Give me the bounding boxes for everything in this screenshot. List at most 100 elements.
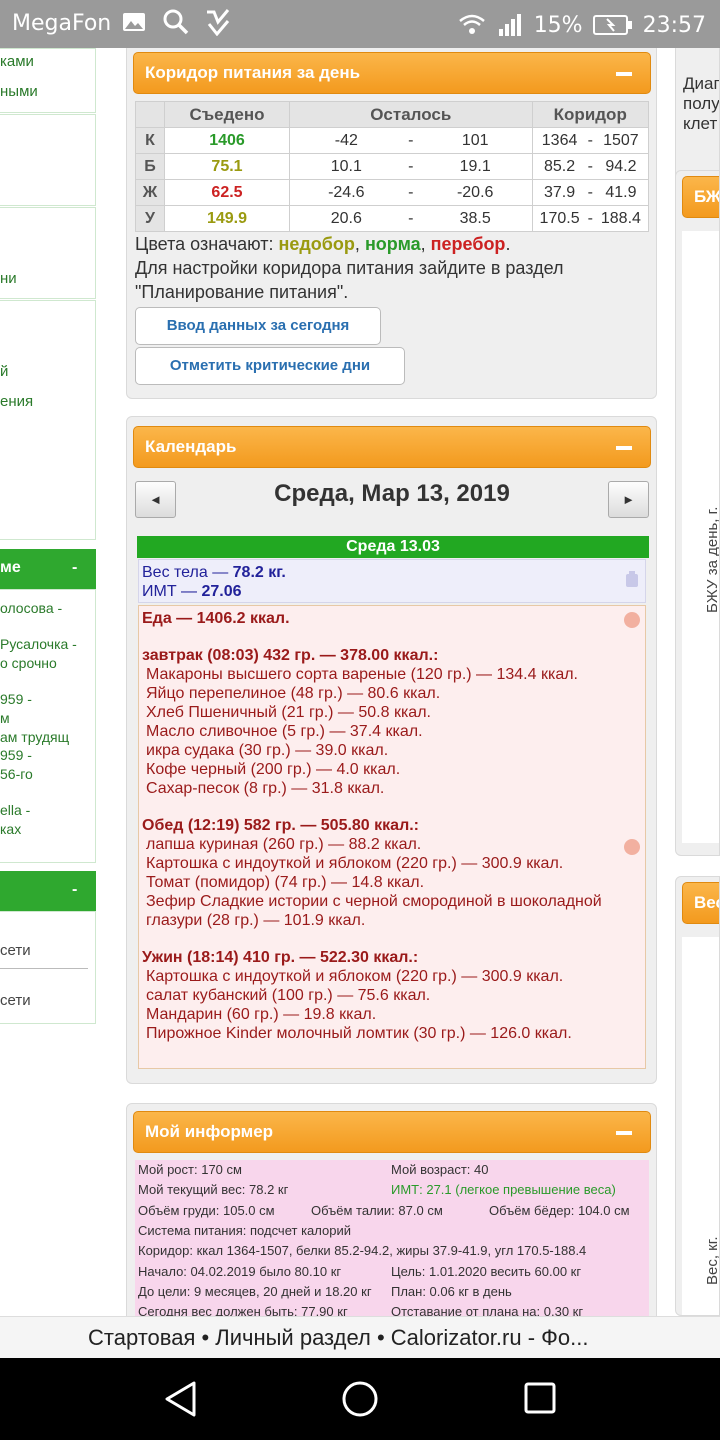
food-item[interactable]: салат кубанский (100 гр.) — 75.6 ккал. (142, 986, 642, 1005)
left-box-empty (0, 114, 96, 206)
food-item[interactable]: Яйцо перепелиное (48 гр.) — 80.6 ккал. (142, 684, 642, 703)
left-link-ni[interactable]: ни (0, 270, 17, 287)
left-net-item-1[interactable]: сети (0, 942, 31, 959)
dash: - (586, 153, 594, 180)
corridor-max: 41.9 (593, 179, 649, 206)
corridor-max: 94.2 (593, 153, 649, 180)
left-list-item[interactable]: олосова - (0, 600, 62, 616)
right-weight-header[interactable]: Вес (682, 882, 719, 924)
signal-icon (498, 14, 521, 36)
right-panel-weight: Вес Вес, кг. (675, 876, 720, 1316)
weight-axis-label: Вес, кг. (704, 1236, 720, 1285)
row-label: К (135, 127, 165, 154)
left-link-y[interactable]: й (0, 363, 8, 380)
food-item[interactable]: лапша куриная (260 гр.) — 88.2 ккал. (142, 835, 642, 854)
home-icon[interactable] (341, 1380, 379, 1418)
food-item[interactable]: Масло сливочное (5 гр.) — 37.4 ккал. (142, 722, 642, 741)
left-green-header-1-label: ме (0, 559, 21, 576)
left-list-item[interactable]: 959 - (0, 691, 32, 707)
left-list-item[interactable]: 56-го (0, 766, 33, 782)
left-box-list: олосова - Русалочка - о срочно 959 - м а… (0, 589, 96, 863)
android-nav-bar (0, 1358, 720, 1440)
setup-hint: Для настройки коридора питания зайдите в… (135, 258, 564, 302)
food-item[interactable]: Томат (помидор) (74 гр.) — 14.8 ккал. (142, 873, 642, 892)
left-green-header-2[interactable]: - (0, 871, 96, 911)
left-list-item[interactable]: ella - (0, 802, 30, 818)
left-list-item[interactable]: ках (0, 821, 21, 837)
left-green-header-1[interactable]: ме - (0, 549, 96, 589)
left-list-item[interactable]: о срочно (0, 655, 57, 671)
food-item[interactable]: Кофе черный (200 гр.) — 4.0 ккал. (142, 760, 642, 779)
informer-panel: Мой информер Мой рост: 170 см Мой возрас… (126, 1103, 657, 1316)
right-weight-header-title: Вес (694, 893, 719, 912)
cast-check-icon (207, 9, 230, 36)
collapse-icon[interactable] (616, 72, 632, 76)
right-panel-bzhu: БЖ БЖУ за день, г. (675, 170, 720, 856)
collapse-icon[interactable] (616, 1131, 632, 1135)
left-max: -20.6 (418, 179, 533, 206)
left-link-2[interactable]: ными (0, 83, 38, 100)
left-green-header-1-toggle[interactable]: - (72, 559, 77, 577)
food-item[interactable]: Картошка с индоуткой и яблоком (220 гр.)… (142, 854, 642, 873)
recents-icon[interactable] (523, 1381, 557, 1415)
right-text-2: полу (683, 94, 720, 113)
meal-title-breakfast: завтрак (08:03) 432 гр. — 378.00 ккал.: (142, 647, 439, 664)
weight-box: Вес тела — 78.2 кг. ИМТ — 27.06 (138, 559, 646, 603)
food-item[interactable]: икра судака (30 гр.) — 39.0 ккал. (142, 741, 642, 760)
critical-days-button[interactable]: Отметить критические дни (135, 347, 405, 385)
left-box-ni: ни (0, 207, 96, 299)
search-icon (163, 9, 189, 35)
food-total: Еда — 1406.2 ккал. (142, 610, 290, 627)
back-icon[interactable] (162, 1380, 198, 1418)
info-lag: Отставание от плана на: 0.30 кг (391, 1304, 584, 1316)
info-start: Начало: 04.02.2019 было 80.10 кг (138, 1264, 342, 1279)
scales-icon (626, 571, 638, 587)
informer-header[interactable]: Мой информер (133, 1111, 651, 1153)
dash: - (586, 205, 594, 232)
input-today-button[interactable]: Ввод данных за сегодня (135, 307, 381, 345)
left-link-1[interactable]: ками (0, 53, 34, 70)
food-item[interactable]: Макароны высшего сорта вареные (120 гр.)… (142, 665, 642, 684)
browser-title-bar[interactable]: Стартовая • Личный раздел • Calorizator.… (0, 1316, 720, 1358)
info-system: Система питания: подсчет калорий (138, 1223, 351, 1238)
left-min: 10.1 (288, 153, 403, 180)
legend-norm: норма (364, 234, 421, 254)
web-page: ками ными ни й ения ме - олосова - Русал… (0, 48, 720, 1316)
table-header-left: Осталось (289, 101, 533, 128)
left-list-item[interactable]: м (0, 710, 10, 726)
table-header-eaten: Съедено (164, 101, 290, 128)
collapse-icon[interactable] (616, 446, 632, 450)
left-box-links: ками ными (0, 48, 96, 113)
info-bmi: ИМТ: 27.1 (легкое превышение веса) (391, 1182, 616, 1197)
food-item[interactable]: Зефир Сладкие истории с черной смородино… (142, 892, 642, 930)
calendar-header[interactable]: Календарь (133, 426, 651, 468)
food-item[interactable]: Пирожное Kinder молочный ломтик (30 гр.)… (142, 1024, 642, 1043)
left-min: -42 (288, 127, 403, 154)
info-corridor: Коридор: ккал 1364-1507, белки 85.2-94.2… (138, 1243, 587, 1258)
next-day-button[interactable]: ► (608, 481, 649, 518)
divider (0, 968, 88, 969)
color-legend: Цвета означают: недобор, норма, перебор.… (135, 232, 650, 304)
left-net-item-2[interactable]: сети (0, 992, 31, 1009)
right-bzhu-header[interactable]: БЖ (682, 176, 719, 218)
info-hips: Объём бёдер: 104.0 см (489, 1203, 630, 1218)
food-item[interactable]: Сахар-песок (8 гр.) — 31.8 ккал. (142, 779, 642, 798)
left-list-item[interactable]: Русалочка - (0, 636, 77, 652)
informer-header-title: Мой информер (145, 1122, 274, 1141)
table-header-corridor: Коридор (531, 101, 650, 128)
left-list-item[interactable]: 959 - (0, 747, 32, 763)
image-icon (123, 13, 145, 31)
informer-box: Мой рост: 170 см Мой возраст: 40 Мой тек… (135, 1160, 649, 1316)
food-item[interactable]: Хлеб Пшеничный (21 гр.) — 50.8 ккал. (142, 703, 642, 722)
food-item[interactable]: Мандарин (60 гр.) — 19.8 ккал. (142, 1005, 642, 1024)
left-link-eniya[interactable]: ения (0, 393, 33, 410)
left-green-header-2-toggle[interactable]: - (72, 881, 77, 899)
corridor-max: 1507 (593, 127, 649, 154)
prev-day-button[interactable]: ◄ (135, 481, 176, 518)
corridor-header[interactable]: Коридор питания за день (133, 52, 651, 94)
right-text-1: Диаг (683, 74, 720, 93)
left-list-item[interactable]: ам трудящ (0, 729, 69, 745)
dash: - (402, 127, 419, 154)
food-item[interactable]: Картошка с индоуткой и яблоком (220 гр.)… (142, 967, 642, 986)
right-text-3: клет (683, 114, 718, 133)
